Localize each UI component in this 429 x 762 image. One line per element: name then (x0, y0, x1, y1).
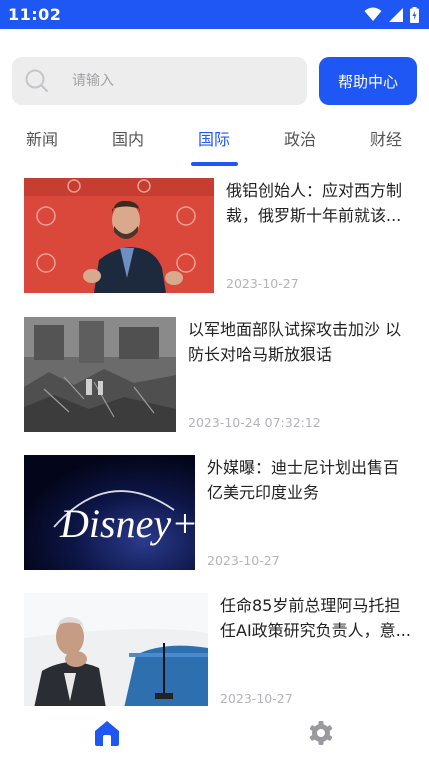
news-thumbnail (24, 593, 208, 708)
tab-domestic[interactable]: 国内 (112, 126, 144, 150)
category-tabs: 新闻 国内 国际 政治 财经 (0, 118, 429, 168)
news-title: 俄铝创始人：应对西方制裁，俄罗斯十年前就该... (226, 181, 403, 225)
bottom-nav (0, 706, 429, 762)
search-box[interactable] (12, 57, 307, 105)
active-tab-indicator (191, 162, 238, 166)
status-time: 11:02 (8, 5, 62, 24)
wifi-icon (364, 7, 382, 21)
search-input[interactable] (72, 73, 262, 89)
news-date: 2023-10-27 (226, 276, 299, 291)
search-icon (25, 69, 49, 93)
tab-politics[interactable]: 政治 (284, 126, 316, 150)
news-item[interactable]: 任命85岁前总理阿马托担任AI政策研究负责人，意... 2023-10-27 (24, 593, 416, 708)
news-title: 外媒曝：迪士尼计划出售百亿美元印度业务 (207, 458, 400, 502)
search-row: 帮助中心 (12, 57, 417, 105)
news-thumbnail (24, 317, 176, 432)
news-item[interactable]: 以军地面部队试探攻击加沙 以防长对哈马斯放狠话 2023-10-24 07:32… (24, 317, 416, 432)
signal-icon (389, 7, 403, 22)
tab-international[interactable]: 国际 (198, 126, 230, 150)
news-date: 2023-10-27 (220, 691, 293, 706)
news-item[interactable]: 俄铝创始人：应对西方制裁，俄罗斯十年前就该... 2023-10-27 (24, 178, 414, 293)
news-title: 任命85岁前总理阿马托担任AI政策研究负责人，意... (220, 596, 411, 640)
tab-news[interactable]: 新闻 (26, 126, 58, 150)
tab-finance[interactable]: 财经 (370, 126, 402, 150)
status-bar: 11:02 (0, 0, 429, 29)
home-icon[interactable] (92, 718, 122, 748)
status-icons (364, 6, 419, 23)
news-date: 2023-10-27 (207, 553, 280, 568)
news-thumbnail (24, 178, 214, 293)
disney-logo-text: Disney+ (59, 501, 195, 546)
news-title: 以军地面部队试探攻击加沙 以防长对哈马斯放狠话 (188, 320, 402, 364)
news-date: 2023-10-24 07:32:12 (188, 415, 321, 430)
gear-icon[interactable] (306, 718, 336, 748)
news-item[interactable]: Disney+ 外媒曝：迪士尼计划出售百亿美元印度业务 2023-10-27 (24, 455, 414, 570)
news-thumbnail: Disney+ (24, 455, 195, 570)
help-center-button[interactable]: 帮助中心 (319, 57, 417, 105)
battery-icon (410, 6, 419, 23)
